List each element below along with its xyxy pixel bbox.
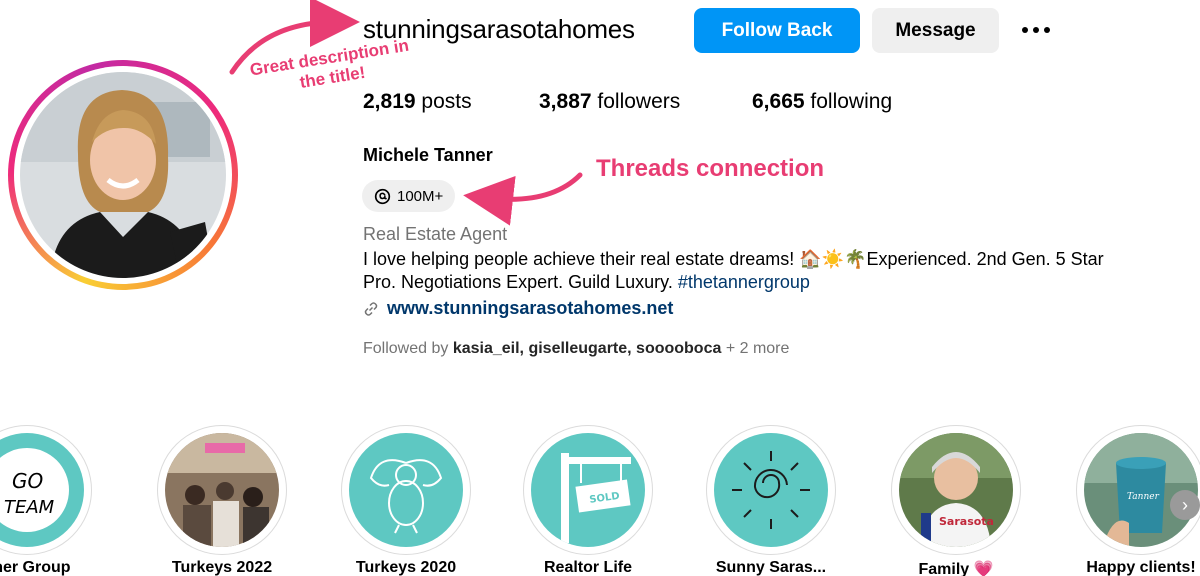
- highlight-item[interactable]: Sarasota Family 💗: [891, 425, 1021, 576]
- highlight-label: Turkeys 2022: [171, 559, 273, 576]
- highlight-cover: [349, 433, 463, 547]
- highlight-cover: Sarasota: [899, 433, 1013, 547]
- svg-text:Tanner: Tanner: [1127, 492, 1160, 502]
- highlight-item[interactable]: Turkeys 2022: [157, 425, 287, 576]
- highlight-ring: GO TEAM: [0, 425, 92, 555]
- svg-text:GO: GO: [12, 469, 43, 493]
- highlight-label: Turkeys 2020: [355, 559, 457, 576]
- highlight-cover: GO TEAM: [0, 433, 84, 547]
- highlight-ring: [157, 425, 287, 555]
- highlight-ring: Sarasota: [891, 425, 1021, 555]
- highlight-label: Realtor Life: [543, 559, 632, 576]
- highlight-item[interactable]: Turkeys 2020: [341, 425, 471, 576]
- highlight-item[interactable]: GO TEAM nner Group: [0, 425, 92, 576]
- svg-text:TEAM: TEAM: [4, 497, 55, 518]
- highlight-cover: SOLD: [531, 433, 645, 547]
- highlight-item[interactable]: Sunny Saras...: [706, 425, 836, 576]
- highlight-cover: [714, 433, 828, 547]
- annotation-threads-note: Threads connection: [596, 155, 825, 182]
- highlight-ring: SOLD: [523, 425, 653, 555]
- highlight-label: Happy clients!: [1086, 559, 1196, 576]
- highlight-cover: [165, 433, 279, 547]
- highlight-item[interactable]: SOLD Realtor Life: [523, 425, 653, 576]
- highlight-ring: [706, 425, 836, 555]
- next-highlights-chevron-icon[interactable]: ›: [1170, 490, 1200, 520]
- highlight-label: nner Group: [0, 559, 71, 576]
- highlight-label: Family 💗: [918, 561, 994, 576]
- highlight-ring: [341, 425, 471, 555]
- svg-text:Sarasota: Sarasota: [939, 515, 994, 528]
- highlight-label: Sunny Saras...: [715, 559, 827, 576]
- arrow-to-threads: [463, 172, 583, 226]
